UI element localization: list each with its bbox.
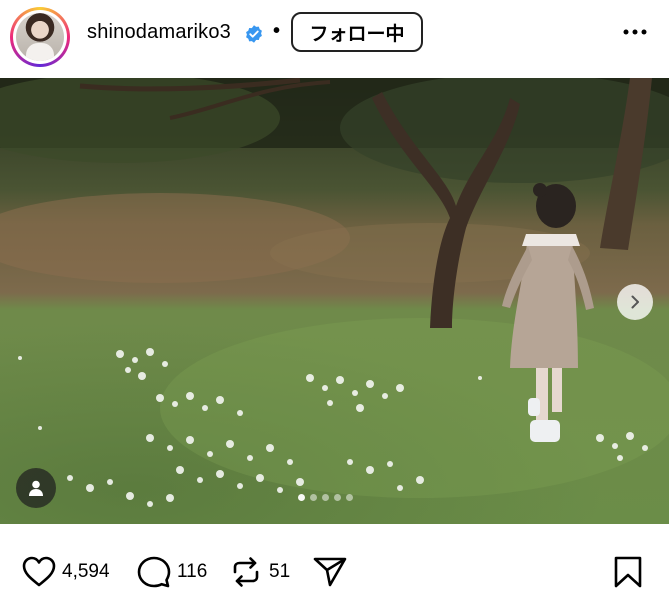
chevron-right-icon — [631, 295, 639, 309]
save-action[interactable] — [613, 556, 643, 588]
comment-icon[interactable] — [137, 556, 171, 588]
comment-action[interactable]: 116 — [137, 556, 207, 588]
avatar[interactable] — [10, 7, 70, 67]
carousel-next-button[interactable] — [617, 284, 653, 320]
post-photo[interactable] — [0, 78, 669, 524]
carousel-dot — [298, 494, 305, 501]
photo-scene — [0, 78, 669, 524]
separator-dot: • — [273, 20, 281, 42]
bookmark-icon[interactable] — [613, 556, 643, 588]
carousel-dot — [310, 494, 317, 501]
avatar-body — [26, 43, 54, 61]
person-icon — [29, 480, 43, 496]
carousel-indicator — [298, 494, 353, 501]
repost-action[interactable]: 51 — [229, 556, 290, 588]
avatar-photo — [16, 13, 64, 61]
repost-icon[interactable] — [229, 556, 263, 588]
tagged-users-button[interactable] — [16, 468, 56, 508]
avatar-inner — [13, 10, 67, 64]
carousel-dot — [322, 494, 329, 501]
username[interactable]: shinodamariko3 — [87, 21, 231, 44]
comment-count: 116 — [177, 561, 208, 582]
following-button[interactable]: フォロー中 — [291, 12, 423, 52]
like-action[interactable]: 4,594 — [22, 556, 110, 588]
more-horizontal-icon[interactable] — [622, 22, 648, 42]
verified-badge-icon — [246, 25, 262, 43]
heart-icon[interactable] — [22, 556, 56, 588]
carousel-dot — [346, 494, 353, 501]
like-count: 4,594 — [62, 561, 110, 582]
share-icon[interactable] — [313, 556, 347, 588]
carousel-dot — [334, 494, 341, 501]
share-action[interactable] — [313, 556, 347, 588]
repost-count: 51 — [269, 561, 291, 582]
post-header: shinodamariko3 • フォロー中 — [0, 0, 669, 77]
